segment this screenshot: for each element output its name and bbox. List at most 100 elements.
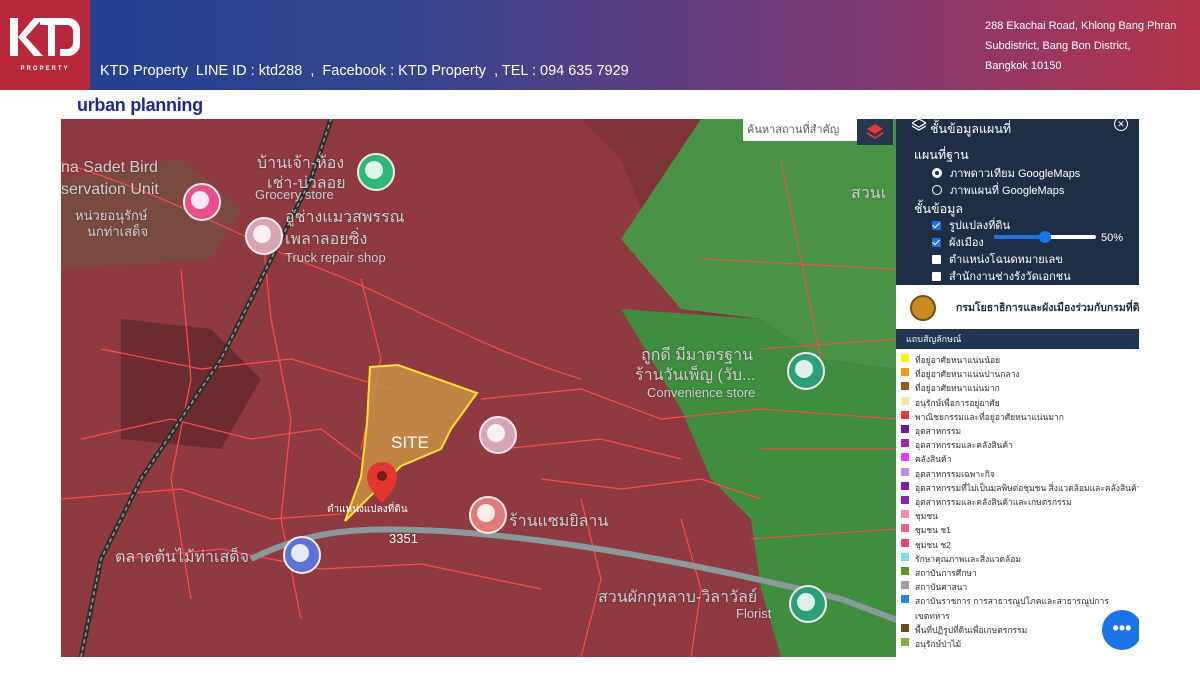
- checkbox-icon[interactable]: [932, 271, 941, 281]
- layer-surveyor-toggle[interactable]: สำนักงานช่างรังวัดเอกชน: [932, 267, 1071, 285]
- legend-item: สถาบันราชการ การสาธารณูปโภคและสาธารณูปกา…: [901, 594, 1109, 608]
- agency-seal-icon: [910, 295, 936, 321]
- place-search-input[interactable]: ค้นหาสถานที่สำคัญ: [743, 119, 857, 141]
- layer-deed-label: ตำแหน่งโฉนดหมายเลข: [949, 254, 1063, 266]
- checkbox-checked-icon[interactable]: [932, 237, 941, 247]
- legend-label: เขตทหาร: [915, 610, 950, 621]
- legend-swatch: [901, 354, 909, 362]
- legend-swatch: [901, 425, 909, 433]
- map-label-florist: Florist: [736, 606, 772, 621]
- ktd-logo: PROPERTY: [0, 0, 90, 90]
- map-label-shop-thai: ร้านแซมยิลาน: [509, 513, 609, 530]
- contact-line: KTD Property LINE ID : ktd288 , Facebook…: [100, 63, 629, 79]
- close-icon[interactable]: ✕: [1114, 119, 1128, 131]
- florist-poi-icon[interactable]: [789, 585, 827, 623]
- legend-label: สถาบันราชการ การสาธารณูปโภคและสาธารณูปกา…: [915, 596, 1109, 607]
- legend-label: คลังสินค้า: [915, 454, 952, 465]
- opacity-value: 50%: [1101, 232, 1124, 244]
- more-options-button[interactable]: •••: [1102, 610, 1139, 650]
- zoning-map[interactable]: na Sadet Bird servation Unit หน่วยอนุรัก…: [61, 119, 1139, 657]
- basemap-map-option[interactable]: ภาพแผนที่ GoogleMaps: [932, 181, 1065, 199]
- legend-swatch: [901, 481, 909, 490]
- camera-poi-icon[interactable]: [183, 183, 221, 221]
- legend-heading: แถบสัญลักษณ์: [896, 329, 1139, 349]
- legend-item: อุตสาหกรรมเฉพาะกิจ: [901, 467, 995, 481]
- map-label-bird-thai-2: นกท่าเสด็จ: [87, 224, 149, 239]
- legend-item: คลังสินค้า: [901, 452, 952, 466]
- agency-banner: กรมโยธาธิการและผังเมืองร่วมกับกรมที่ดิน: [896, 285, 1139, 329]
- agency-text: กรมโยธาธิการและผังเมืองร่วมกับกรมที่ดิน: [956, 302, 1139, 314]
- layer-deed-toggle[interactable]: ตำแหน่งโฉนดหมายเลข: [932, 250, 1063, 268]
- legend-label: ชุมชน ช1: [915, 525, 951, 536]
- legend-swatch: [901, 581, 909, 590]
- restaurant-poi-icon[interactable]: [469, 496, 507, 534]
- legend-swatch: [901, 453, 909, 462]
- legend-label: อนุรักษ์เพื่อการอยู่อาศัย: [915, 397, 1000, 408]
- legend-swatch: [901, 552, 909, 561]
- legend-swatch: [901, 368, 909, 377]
- location-poi-icon[interactable]: [479, 416, 517, 454]
- legend-item: ชุมชน: [901, 509, 938, 523]
- layer-surveyor-label: สำนักงานช่างรังวัดเอกชน: [949, 271, 1071, 283]
- legend-swatch: [901, 538, 909, 547]
- legend-swatch: [901, 524, 909, 533]
- legend-item: สถาบันการศึกษา: [901, 566, 977, 580]
- legend-swatch: [901, 467, 909, 476]
- layer-zoning-label: ผังเมือง: [949, 237, 984, 249]
- address-block: 288 Ekachai Road, Khlong Bang Phran Subd…: [985, 16, 1176, 76]
- basemap-satellite-option[interactable]: ภาพดาวเทียม GoogleMaps: [932, 164, 1080, 182]
- opacity-slider-fill: [994, 235, 1045, 239]
- legend-item: อุตสาหกรรมที่ไม่เป็นมลพิษต่อชุมชน สิ่งแว…: [901, 481, 1139, 495]
- layer-zoning-toggle[interactable]: ผังเมือง: [932, 233, 984, 251]
- legend-label: ที่อยู่อาศัยหนาแน่นมาก: [915, 383, 1000, 394]
- legend-swatch: [901, 382, 909, 391]
- legend-swatch: [901, 623, 909, 632]
- legend-swatch: [901, 610, 909, 618]
- legend-label: อุตสาหกรรม: [915, 426, 962, 436]
- legend-label: ชุมชน ช2: [915, 539, 951, 550]
- opacity-slider[interactable]: [994, 231, 1096, 243]
- grocery-poi-icon[interactable]: [357, 153, 395, 191]
- legend-item: รักษาคุณภาพและสิ่งแวดล้อม: [901, 552, 1021, 566]
- basemap-heading: แผนที่ฐาน: [914, 148, 969, 162]
- legend-item: พื้นที่ปฏิรูปที่ดินเพื่อเกษตรกรรม: [901, 623, 1027, 637]
- layer-parcel-toggle[interactable]: รูปแปลงที่ดิน: [932, 216, 1010, 234]
- map-label-truck: Truck repair shop: [285, 250, 386, 265]
- opacity-slider-handle[interactable]: [1039, 231, 1051, 243]
- ktd-logo-mark-icon: [10, 18, 80, 56]
- checkbox-checked-icon[interactable]: [932, 220, 941, 230]
- store-poi-icon[interactable]: [787, 352, 825, 390]
- legend-label: สถาบันศาสนา: [915, 582, 968, 593]
- legend-swatch: [901, 567, 909, 575]
- legend-item: อนุรักษ์เพื่อการอยู่อาศัย: [901, 396, 1000, 410]
- legend-swatch: [901, 510, 909, 519]
- stack-icon: [912, 119, 926, 131]
- road-code-label: 3351: [389, 531, 418, 546]
- legend-item: ชุมชน ช1: [901, 523, 951, 537]
- legend-label: อนุรักษ์ป่าไม้: [915, 639, 962, 649]
- radio-selected-icon[interactable]: [932, 168, 942, 178]
- market-poi-icon[interactable]: [283, 536, 321, 574]
- checkbox-icon[interactable]: [932, 254, 941, 264]
- legend-label: พื้นที่ปฏิรูปที่ดินเพื่อเกษตรกรรม: [915, 624, 1028, 635]
- logo-subtitle: PROPERTY: [20, 66, 70, 72]
- basemap-map-label: ภาพแผนที่ GoogleMaps: [950, 185, 1065, 197]
- legend-label: ชุมชน: [915, 511, 938, 522]
- repair-poi-icon[interactable]: [245, 217, 283, 255]
- map-label-bird: na Sadet Bird: [61, 159, 158, 176]
- legend-swatch: [901, 439, 909, 448]
- legend-label: ที่อยู่อาศัยหนาแน่นปานกลาง: [915, 369, 1020, 380]
- layers-button[interactable]: [857, 119, 893, 145]
- layer-panel-title: ชั้นข้อมูลแผนที่: [930, 122, 1012, 136]
- legend-swatch: [901, 595, 909, 604]
- map-label-observation: servation Unit: [61, 181, 159, 198]
- radio-icon[interactable]: [932, 185, 942, 195]
- legend-label: อุตสาหกรรมที่ไม่เป็นมลพิษต่อชุมชน สิ่งแว…: [915, 482, 1139, 493]
- legend-item: สถาบันศาสนา: [901, 580, 967, 594]
- layer-parcel-label: รูปแปลงที่ดิน: [949, 220, 1010, 232]
- legend-item: อนุรักษ์ป่าไม้: [901, 637, 961, 651]
- zoning-legend: ที่อยู่อาศัยหนาแน่นน้อย ที่อยู่อาศัยหนาแน…: [896, 349, 1139, 657]
- legend-item: ชุมชน ช2: [901, 538, 951, 552]
- legend-item: อุตสาหกรรมและคลังสินค้า: [901, 438, 1013, 452]
- map-label-florist-thai: สวนผักกุหลาบ-วิลาวัลย์: [598, 589, 758, 606]
